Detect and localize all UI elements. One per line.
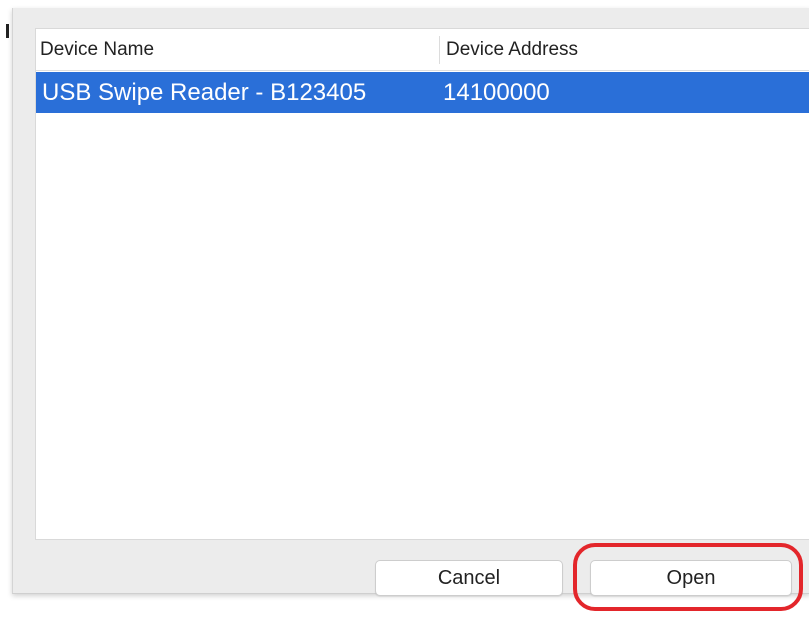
device-picker-dialog: Device Name Device Address USB Swipe Rea… (12, 8, 809, 594)
table-body: USB Swipe Reader - B123405 14100000 (36, 72, 809, 113)
cancel-button[interactable]: Cancel (375, 560, 563, 596)
column-header-device-address[interactable]: Device Address (439, 35, 809, 64)
stray-mark (6, 24, 9, 38)
table-header: Device Name Device Address (36, 29, 809, 71)
table-row[interactable]: USB Swipe Reader - B123405 14100000 (36, 72, 809, 113)
column-header-device-name[interactable]: Device Name (36, 29, 439, 70)
open-button[interactable]: Open (590, 560, 792, 596)
device-name-cell: USB Swipe Reader - B123405 (42, 78, 367, 106)
device-table: Device Name Device Address USB Swipe Rea… (35, 28, 809, 540)
device-address-cell: 14100000 (443, 78, 550, 106)
